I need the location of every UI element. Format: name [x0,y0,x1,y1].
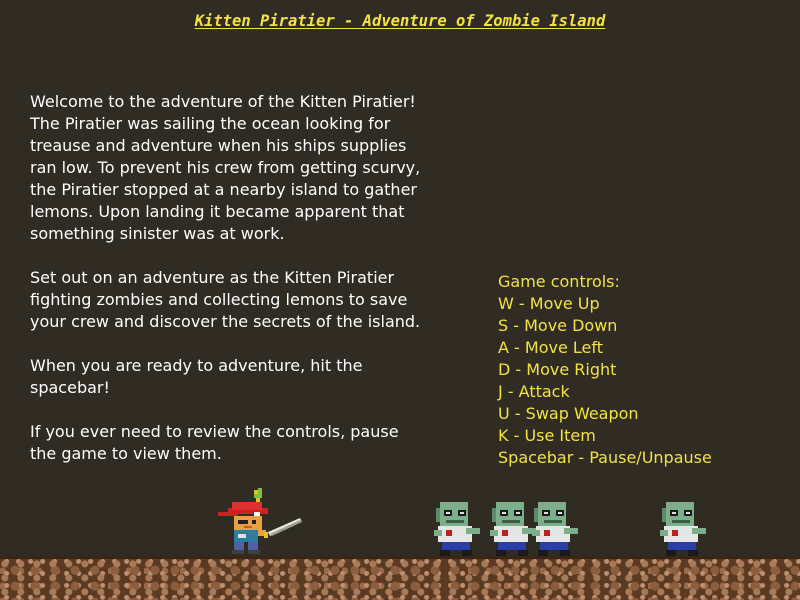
control-move-left: A - Move Left [498,338,603,357]
intro-paragraph-start-hint: When you are ready to adventure, hit the… [30,356,363,397]
control-move-up: W - Move Up [498,294,600,313]
game-title: Kitten Piratier - Adventure of Zombie Is… [194,12,606,30]
zombie-sprite [660,502,706,556]
game-screen: Kitten Piratier - Adventure of Zombie Is… [0,0,800,600]
control-swap-weapon: U - Swap Weapon [498,404,639,423]
zombie-sprite [532,502,578,556]
title-bar: Kitten Piratier - Adventure of Zombie Is… [0,0,800,44]
control-use-item: K - Use Item [498,426,596,445]
controls-panel: Game controls: W - Move Up S - Move Down… [498,271,788,469]
controls-header: Game controls: [498,272,620,291]
rocky-ground [0,556,800,600]
intro-text: Welcome to the adventure of the Kitten P… [30,91,490,487]
control-move-down: S - Move Down [498,316,618,335]
intro-paragraph-welcome: Welcome to the adventure of the Kitten P… [30,92,421,243]
intro-paragraph-mission: Set out on an adventure as the Kitten Pi… [30,268,421,331]
zombie-sprite [434,502,480,556]
control-attack: J - Attack [498,382,570,401]
intro-paragraph-pause-hint: If you ever need to review the controls,… [30,422,399,463]
kitten-pirate-sprite [218,488,302,554]
control-pause: Spacebar - Pause/Unpause [498,448,712,467]
control-move-right: D - Move Right [498,360,617,379]
